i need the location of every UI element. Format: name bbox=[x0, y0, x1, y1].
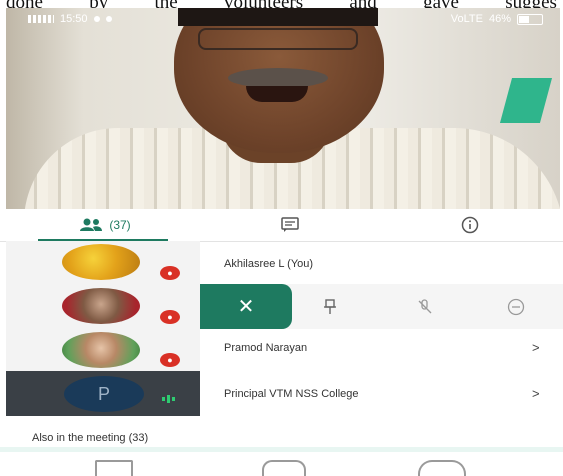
signal-icon bbox=[28, 15, 54, 23]
recent-apps-button[interactable] bbox=[95, 460, 133, 476]
participant-row[interactable]: ● Pramod Narayan > bbox=[0, 329, 563, 371]
mic-off-icon: ● bbox=[160, 310, 180, 324]
close-actions-button[interactable]: ✕ bbox=[200, 284, 292, 329]
people-icon bbox=[80, 218, 103, 231]
meeting-tabs: (37) bbox=[0, 209, 563, 242]
speaking-indicator-icon bbox=[162, 395, 175, 403]
speaker-mustache bbox=[228, 68, 328, 88]
mic-off-icon: ● bbox=[160, 353, 180, 367]
participant-name: Pramod Narayan bbox=[224, 342, 308, 354]
mic-off-icon: ● bbox=[160, 266, 180, 280]
avatar bbox=[62, 288, 140, 324]
network-label: VoLTE bbox=[450, 13, 483, 25]
main-video-feed[interactable] bbox=[6, 8, 560, 209]
chat-icon bbox=[281, 217, 299, 232]
minus-circle-icon[interactable] bbox=[496, 284, 536, 329]
participant-row[interactable]: ● Akhilasree L (You) bbox=[0, 241, 563, 284]
notification-icon bbox=[105, 16, 112, 22]
participant-list: ● Akhilasree L (You) ● ✕ ● Pramod Naraya… bbox=[0, 241, 563, 421]
tab-people[interactable]: (37) bbox=[40, 209, 170, 241]
back-button[interactable] bbox=[418, 460, 466, 476]
tab-chat[interactable] bbox=[260, 209, 320, 241]
speaker-glasses bbox=[198, 28, 358, 50]
chevron-right-icon[interactable]: > bbox=[532, 340, 540, 355]
status-time: 15:50 bbox=[60, 13, 88, 25]
system-nav-bar bbox=[0, 452, 563, 476]
tab-info[interactable] bbox=[440, 209, 500, 241]
participant-tile: P bbox=[6, 371, 200, 416]
battery-percent: 46% bbox=[488, 13, 511, 25]
pin-icon[interactable] bbox=[310, 284, 350, 329]
participant-name: Akhilasree L (You) bbox=[224, 258, 314, 270]
also-in-meeting-heading: Also in the meeting (33) bbox=[32, 432, 149, 444]
status-bar: 15:50 VoLTE 46% bbox=[28, 12, 543, 26]
chevron-right-icon[interactable]: > bbox=[532, 386, 540, 401]
participant-name: Principal VTM NSS College bbox=[224, 388, 359, 400]
home-button[interactable] bbox=[262, 460, 306, 476]
battery-icon bbox=[517, 13, 543, 25]
mic-off-icon[interactable] bbox=[405, 284, 445, 329]
avatar: P bbox=[64, 376, 144, 412]
avatar bbox=[62, 332, 140, 368]
participant-actions: ✕ bbox=[200, 284, 563, 329]
avatar bbox=[62, 244, 140, 280]
notification-icon bbox=[93, 16, 100, 22]
speaker-mouth bbox=[246, 86, 308, 102]
info-icon bbox=[461, 216, 479, 234]
people-count: (37) bbox=[109, 218, 131, 232]
